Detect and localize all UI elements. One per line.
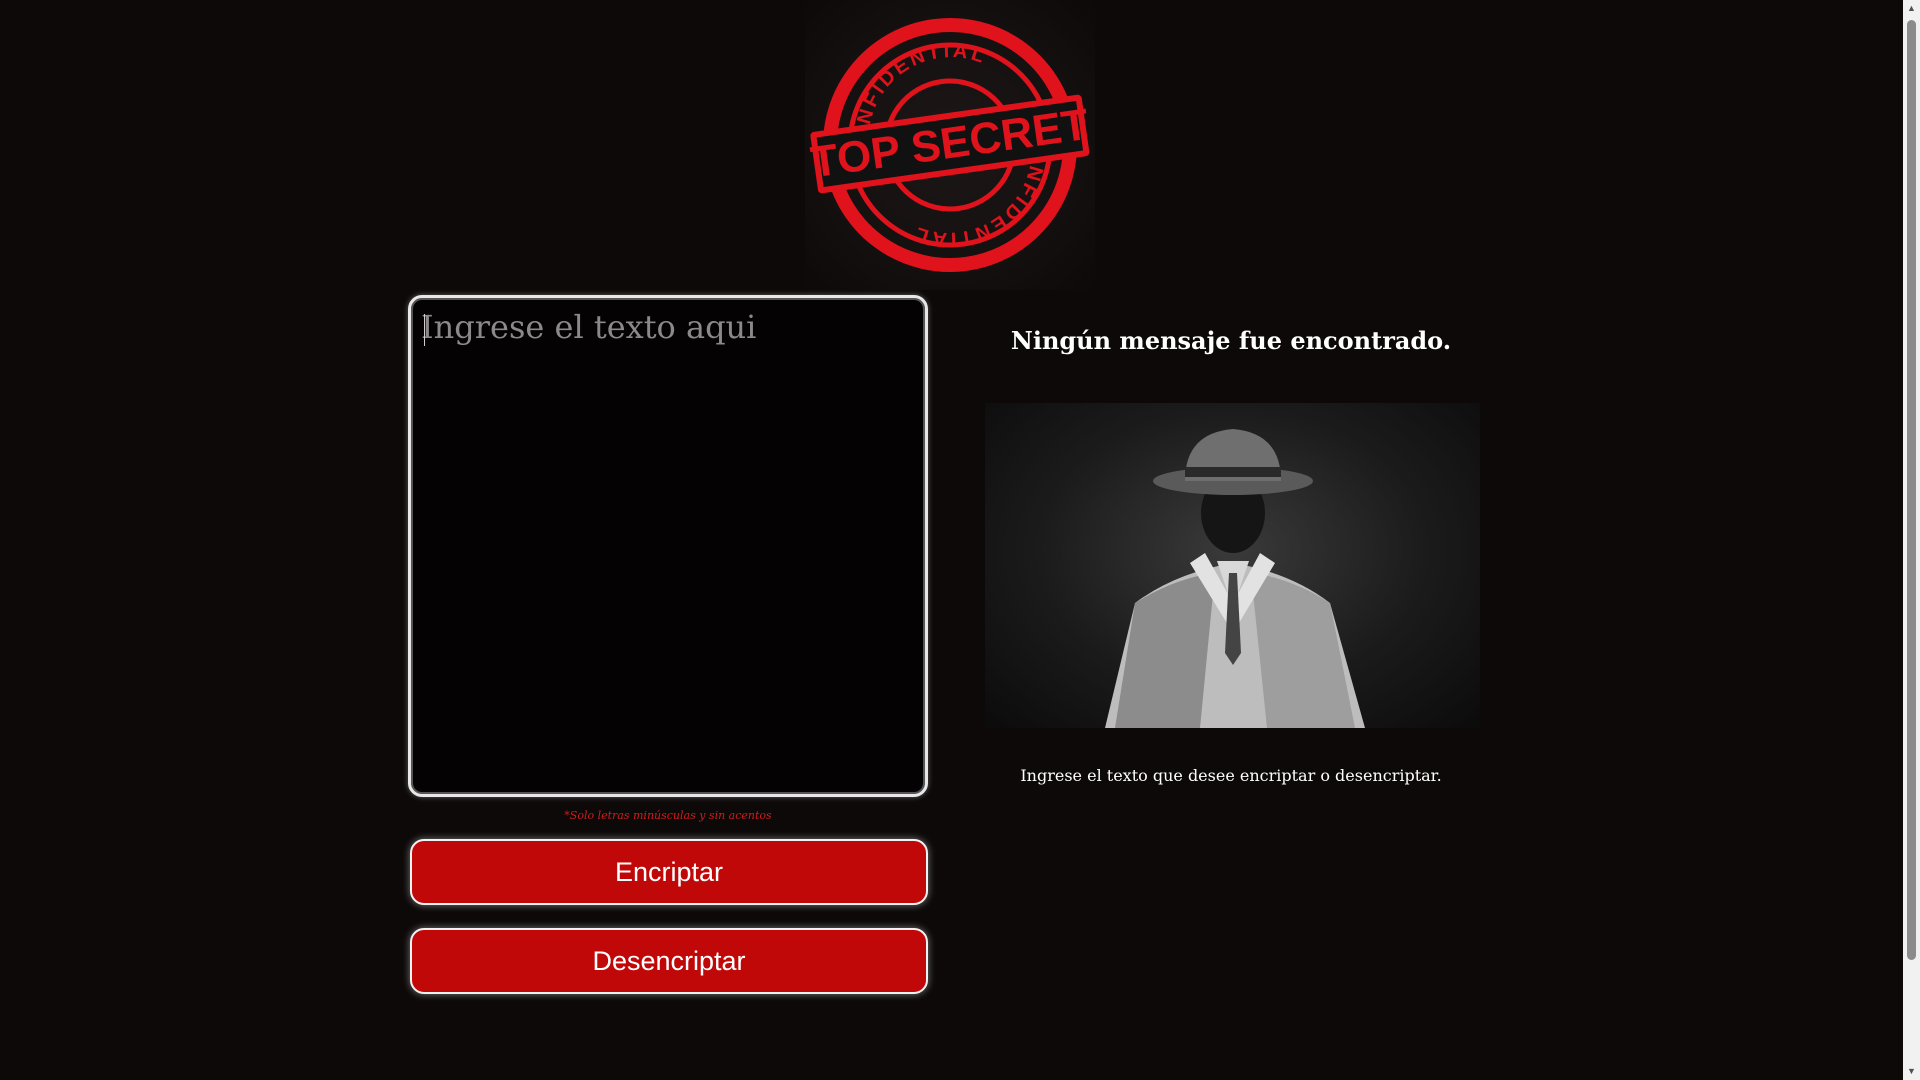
scroll-down-icon[interactable]: ▼ xyxy=(1903,1063,1920,1080)
encrypt-button[interactable]: Encriptar xyxy=(410,839,928,905)
input-hint: *Solo letras minúsculas y sin acentos xyxy=(564,809,772,822)
scroll-up-icon[interactable]: ▲ xyxy=(1903,0,1920,17)
text-cursor xyxy=(424,314,425,346)
scrollbar-thumb[interactable] xyxy=(1907,20,1916,960)
vertical-scrollbar[interactable]: ▲ ▼ xyxy=(1903,0,1920,1080)
svg-text:★: ★ xyxy=(1011,40,1024,55)
svg-text:★: ★ xyxy=(879,236,892,251)
text-input-frame xyxy=(408,295,928,797)
output-message: Ingrese el texto que desee encriptar o d… xyxy=(1020,766,1442,785)
stamp-icon: CONFIDENTIAL CONFIDENTIAL ★ ★ ★ ★ TOP SE… xyxy=(808,18,1092,272)
detective-image xyxy=(985,403,1480,728)
top-secret-logo: CONFIDENTIAL CONFIDENTIAL ★ ★ ★ ★ TOP SE… xyxy=(805,0,1095,290)
svg-text:★: ★ xyxy=(1036,214,1049,229)
output-title: Ningún mensaje fue encontrado. xyxy=(1010,326,1452,355)
page: CONFIDENTIAL CONFIDENTIAL ★ ★ ★ ★ TOP SE… xyxy=(0,0,1920,1080)
svg-text:★: ★ xyxy=(855,62,868,77)
text-input[interactable] xyxy=(411,298,925,794)
decrypt-button[interactable]: Desencriptar xyxy=(410,928,928,994)
